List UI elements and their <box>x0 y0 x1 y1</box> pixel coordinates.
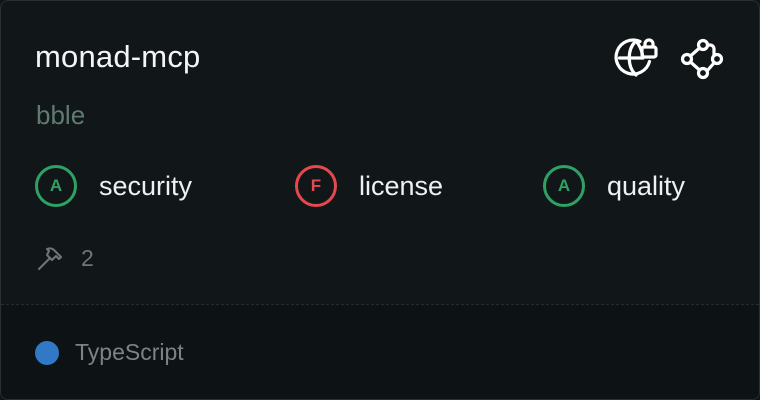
score-security[interactable]: A security <box>35 165 192 207</box>
grade-badge: A <box>35 165 77 207</box>
score-label: quality <box>607 170 686 201</box>
score-row: A security F license A quality <box>35 165 735 211</box>
language-indicator: TypeScript <box>35 339 184 366</box>
grade-badge: F <box>295 165 337 207</box>
card-title[interactable]: monad-mcp <box>35 39 200 75</box>
language-color-dot <box>35 340 59 365</box>
card-subtitle: bble <box>36 100 86 130</box>
tools-count: 2 <box>35 244 94 272</box>
route-nodes-icon[interactable] <box>679 35 725 81</box>
card-footer: TypeScript <box>1 304 759 399</box>
hammer-icon <box>38 247 62 270</box>
server-card[interactable]: monad-mcp bble A security F license A qu… <box>0 0 760 400</box>
card-actions <box>613 35 725 81</box>
score-license[interactable]: F license <box>295 165 443 207</box>
score-quality[interactable]: A quality <box>543 165 685 207</box>
language-name: TypeScript <box>75 339 184 365</box>
score-label: license <box>359 170 444 201</box>
score-label: security <box>99 170 193 201</box>
tool-count: 2 <box>81 244 94 271</box>
grade-badge: A <box>543 165 585 207</box>
globe-lock-icon[interactable] <box>613 35 659 81</box>
